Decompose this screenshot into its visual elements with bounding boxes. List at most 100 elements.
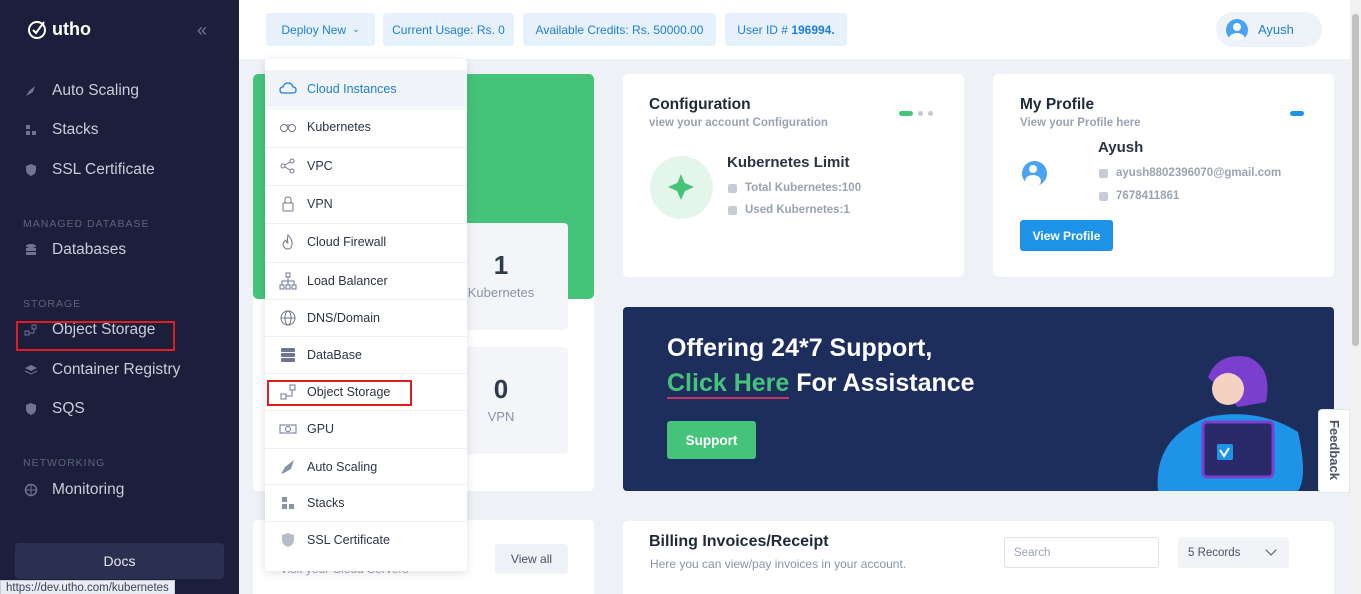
sidebar-item-databases[interactable]: Databases <box>24 241 126 259</box>
profile-indicator <box>1290 111 1304 116</box>
profile-email-text: ayush8802396070@gmail.com <box>1116 167 1282 179</box>
profile-phone: 7678411861 <box>1099 190 1179 202</box>
menu-item-vpc[interactable]: VPC <box>265 147 467 184</box>
load-balancer-icon <box>279 272 297 290</box>
globe-icon <box>280 310 296 326</box>
docs-button[interactable]: Docs <box>15 543 224 579</box>
view-all-button[interactable]: View all <box>495 544 568 574</box>
top-bar: Deploy New ⌄ Current Usage: Rs. 0 Availa… <box>239 0 1350 59</box>
gpu-icon <box>279 424 297 434</box>
menu-item-label: Kubernetes <box>307 120 371 134</box>
menu-item-ssl-certificate[interactable]: SSL Certificate <box>265 521 467 558</box>
sidebar-item-sqs[interactable]: SQS <box>24 400 85 418</box>
menu-item-label: Cloud Firewall <box>307 235 387 249</box>
records-select[interactable]: 5 Records <box>1178 537 1289 568</box>
sidebar-item-label: Databases <box>52 241 127 258</box>
scrollbar-thumb[interactable] <box>1352 14 1359 346</box>
avatar <box>1226 18 1248 41</box>
menu-item-vpn[interactable]: VPN <box>265 185 467 222</box>
profile-avatar <box>1022 161 1047 186</box>
view-profile-button[interactable]: View Profile <box>1020 220 1113 251</box>
deploy-new-label: Deploy New <box>281 22 347 37</box>
shield-icon <box>26 164 36 176</box>
sidebar-item-ssl-certificate[interactable]: SSL Certificate <box>24 161 155 179</box>
firewall-icon <box>282 234 293 250</box>
carousel-dots[interactable] <box>899 111 933 116</box>
feedback-label: Feedback <box>1327 420 1342 480</box>
click-here-link[interactable]: Click Here <box>667 369 790 399</box>
menu-item-dns-domain[interactable]: DNS/Domain <box>265 299 467 336</box>
menu-item-label: Auto Scaling <box>307 460 378 474</box>
menu-item-gpu[interactable]: GPU <box>265 410 467 447</box>
total-kubernetes: Total Kubernetes:100 <box>728 182 861 194</box>
menu-item-auto-scaling[interactable]: Auto Scaling <box>265 448 467 485</box>
sidebar-item-monitoring[interactable]: Monitoring <box>24 481 124 499</box>
menu-item-label: Cloud Instances <box>307 81 397 96</box>
profile-title: My Profile <box>1020 96 1095 113</box>
menu-item-cloud-firewall[interactable]: Cloud Firewall <box>265 223 467 260</box>
menu-item-load-balancer[interactable]: Load Balancer <box>265 262 467 299</box>
cloud-icon <box>279 81 297 94</box>
menu-item-cloud-instances[interactable]: Cloud Instances <box>265 70 467 107</box>
section-networking: NETWORKING <box>23 457 106 469</box>
database-icon <box>281 348 295 362</box>
chevron-right-icon <box>1099 168 1108 178</box>
utho-logo-icon <box>28 21 46 39</box>
highlight-menu-object-storage <box>267 380 412 406</box>
menu-item-label: DNS/Domain <box>307 311 380 325</box>
kubernetes-logo-icon <box>650 156 713 219</box>
deploy-new-menu: Cloud Instances Kubernetes VPC VPN Cloud… <box>265 59 467 571</box>
sidebar-item-auto-scaling[interactable]: Auto Scaling <box>24 82 139 100</box>
billing-subtitle: Here you can view/pay invoices in your a… <box>650 557 907 571</box>
sidebar-item-label: Monitoring <box>52 481 125 498</box>
chevron-right-icon <box>728 183 737 193</box>
profile-subtitle: View your Profile here <box>1020 117 1141 129</box>
stacks-icon <box>26 125 36 135</box>
globe-icon <box>24 483 38 497</box>
menu-item-database[interactable]: DataBase <box>265 336 467 373</box>
billing-title: Billing Invoices/Receipt <box>649 533 829 550</box>
sidebar-item-label: Container Registry <box>52 361 181 378</box>
configuration-title: Configuration <box>649 96 751 113</box>
banner-line1: Offering 24*7 Support, <box>667 334 933 362</box>
user-id-badge: User ID # 196994. <box>725 13 847 46</box>
configuration-subtitle: view your account Configuration <box>649 117 828 129</box>
shield-icon <box>282 533 294 547</box>
rocket-icon <box>26 86 35 96</box>
sidebar-item-stacks[interactable]: Stacks <box>24 121 99 139</box>
sidebar-item-container-registry[interactable]: Container Registry <box>24 361 180 379</box>
brand-logo[interactable]: utho <box>26 18 91 40</box>
menu-item-label: DataBase <box>307 348 362 362</box>
banner-line2: Click Here For Assistance <box>667 369 975 399</box>
menu-item-label: GPU <box>307 422 335 436</box>
stacks-icon <box>282 497 294 509</box>
available-credits-badge: Available Credits: Rs. 50000.00 <box>523 13 716 46</box>
user-id-prefix: User ID # <box>737 22 792 37</box>
sidebar-item-label: Auto Scaling <box>52 82 140 99</box>
banner-line2-rest: For Assistance <box>789 369 975 397</box>
database-icon <box>26 244 36 255</box>
chevron-right-icon <box>728 205 737 215</box>
configuration-card: Configuration view your account Configur… <box>623 74 964 277</box>
chevron-down-icon: ⌄ <box>352 24 360 34</box>
support-button[interactable]: Support <box>667 421 756 459</box>
feedback-tab[interactable]: Feedback <box>1318 409 1350 493</box>
page-scrollbar[interactable] <box>1350 0 1361 594</box>
sidebar-item-label: Stacks <box>52 121 99 138</box>
highlight-object-storage <box>16 321 175 351</box>
brand-name: utho <box>52 18 91 39</box>
menu-item-label: Stacks <box>307 496 345 510</box>
used-kubernetes: Used Kubernetes:1 <box>728 204 850 216</box>
sidebar-item-label: SQS <box>52 400 85 417</box>
deploy-new-button[interactable]: Deploy New ⌄ <box>266 13 375 46</box>
menu-item-stacks[interactable]: Stacks <box>265 484 467 521</box>
collapse-sidebar-icon[interactable]: « <box>197 20 207 41</box>
menu-item-label: VPC <box>307 159 333 173</box>
menu-item-label: SSL Certificate <box>307 533 390 547</box>
billing-search-input[interactable] <box>1004 537 1159 568</box>
queue-icon <box>26 403 36 415</box>
profile-email: ayush8802396070@gmail.com <box>1099 167 1281 179</box>
menu-item-kubernetes[interactable]: Kubernetes <box>265 108 467 145</box>
user-menu[interactable]: Ayush <box>1216 12 1322 47</box>
menu-item-label: Load Balancer <box>307 274 388 288</box>
